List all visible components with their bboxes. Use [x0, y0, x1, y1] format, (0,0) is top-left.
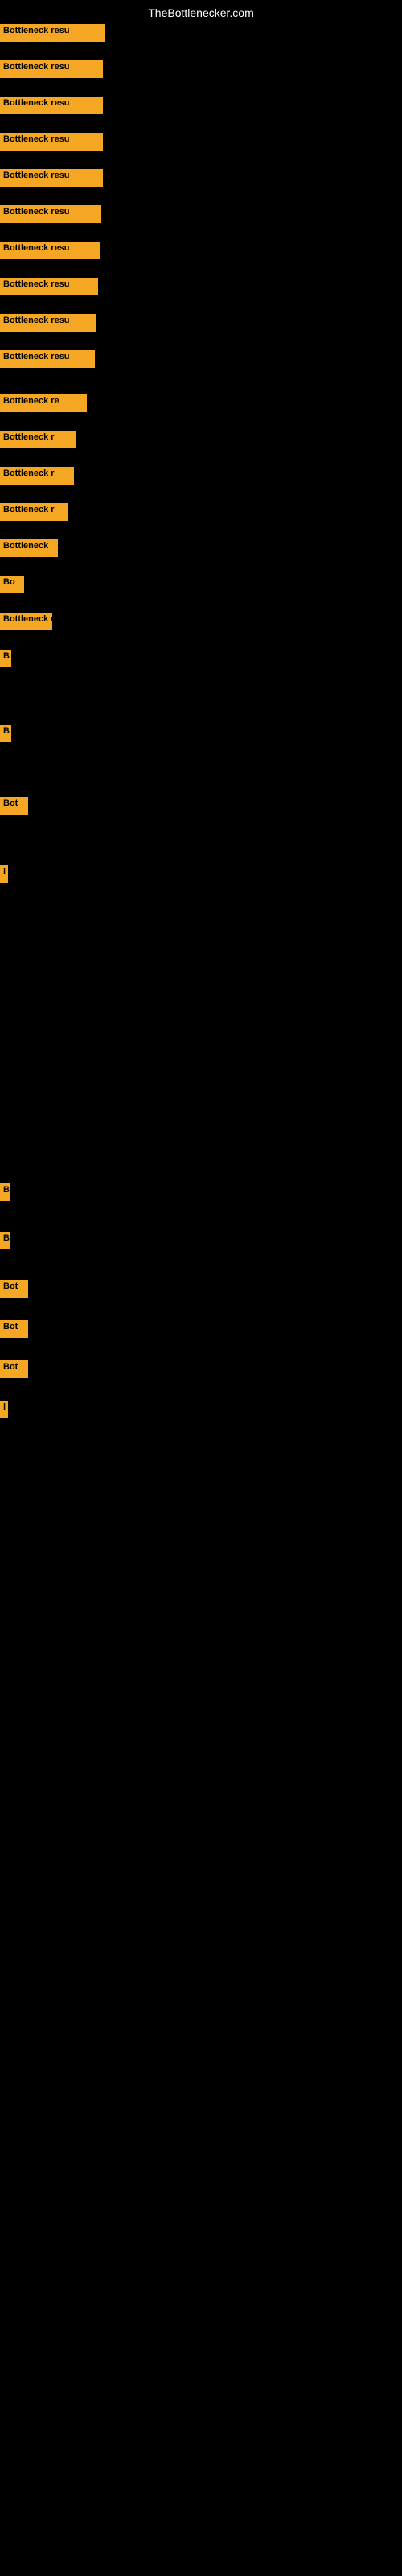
bottleneck-item-18[interactable]: B — [0, 650, 11, 667]
bottleneck-item-4[interactable]: Bottleneck resu — [0, 133, 103, 151]
bottleneck-item-1[interactable]: Bottleneck resu — [0, 24, 105, 42]
bottleneck-item-19[interactable]: B — [0, 724, 11, 742]
bottleneck-item-5[interactable]: Bottleneck resu — [0, 169, 103, 187]
bottleneck-item-16[interactable]: Bo — [0, 576, 24, 593]
bottleneck-item-6[interactable]: Bottleneck resu — [0, 205, 100, 223]
bottleneck-item-22[interactable]: B — [0, 1183, 10, 1201]
bottleneck-item-24[interactable]: Bot — [0, 1280, 28, 1298]
bottleneck-item-9[interactable]: Bottleneck resu — [0, 314, 96, 332]
bottleneck-item-8[interactable]: Bottleneck resu — [0, 278, 98, 295]
bottleneck-item-27[interactable]: l — [0, 1401, 8, 1418]
bottleneck-item-15[interactable]: Bottleneck — [0, 539, 58, 557]
bottleneck-item-14[interactable]: Bottleneck r — [0, 503, 68, 521]
bottleneck-item-7[interactable]: Bottleneck resu — [0, 242, 100, 259]
bottleneck-item-25[interactable]: Bot — [0, 1320, 28, 1338]
bottleneck-item-11[interactable]: Bottleneck re — [0, 394, 87, 412]
bottleneck-item-26[interactable]: Bot — [0, 1360, 28, 1378]
bottleneck-item-2[interactable]: Bottleneck resu — [0, 60, 103, 78]
bottleneck-item-10[interactable]: Bottleneck resu — [0, 350, 95, 368]
bottleneck-item-17[interactable]: Bottleneck rest — [0, 613, 52, 630]
bottleneck-item-20[interactable]: Bot — [0, 797, 28, 815]
bottleneck-item-23[interactable]: B — [0, 1232, 10, 1249]
bottleneck-item-3[interactable]: Bottleneck resu — [0, 97, 103, 114]
bottleneck-item-13[interactable]: Bottleneck r — [0, 467, 74, 485]
bottleneck-item-21[interactable]: l — [0, 865, 8, 883]
bottleneck-item-12[interactable]: Bottleneck r — [0, 431, 76, 448]
site-title: TheBottlenecker.com — [148, 6, 254, 19]
